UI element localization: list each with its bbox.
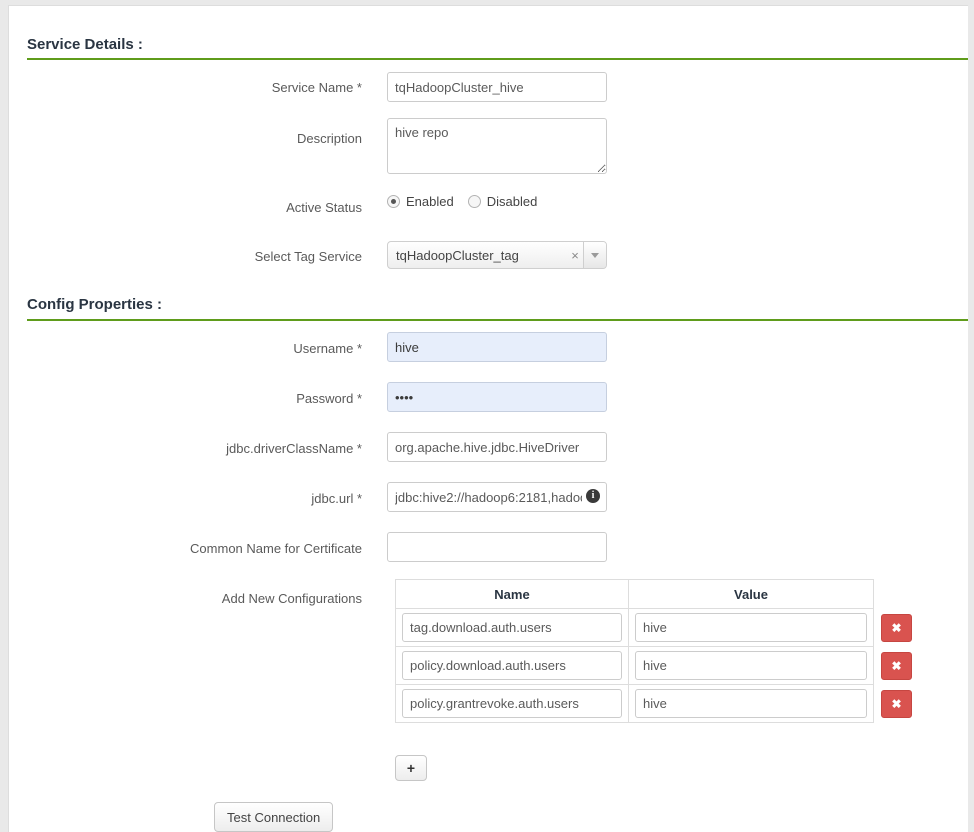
config-actions-cell: ✖ [873,646,919,685]
password-control [387,382,607,412]
config-actions-cell: ✖ [873,608,919,647]
password-input[interactable] [387,382,607,412]
add-new-configurations-label: Add New Configurations [221,591,362,606]
tag-service-label: Select Tag Service [254,249,362,264]
common-name-input[interactable] [387,532,607,562]
table-row: ✖ [395,608,919,647]
tag-service-select[interactable]: tqHadoopCluster_tag × [387,241,607,269]
common-name-label: Common Name for Certificate [190,541,362,556]
configurations-table: Name Value ✖ [395,579,919,723]
jdbc-url-control: i [387,482,607,512]
jdbc-url-label: jdbc.url * [311,491,362,506]
table-row: ✖ [395,684,919,723]
table-row: ✖ [395,646,919,685]
radio-option-disabled[interactable]: Disabled [467,194,538,209]
config-name-cell [395,684,629,723]
service-name-label: Service Name * [271,80,362,95]
radio-option-enabled[interactable]: Enabled [387,194,454,209]
active-status-radio-group: Enabled Disabled [387,194,537,209]
driver-class-name-label: jdbc.driverClassName * [226,441,362,456]
username-label: Username * [293,341,362,356]
add-configuration-button[interactable]: + [395,755,427,781]
service-name-control [387,72,607,102]
config-name-input[interactable] [402,689,622,718]
table-header-row: Name Value [395,579,919,609]
config-name-cell [395,646,629,685]
radio-enabled-icon[interactable] [387,195,400,208]
common-name-control [387,532,607,562]
info-icon[interactable]: i [586,489,600,503]
config-value-cell [628,684,874,723]
radio-disabled-icon[interactable] [467,195,481,208]
username-control [387,332,607,362]
chevron-down-icon[interactable] [583,242,606,268]
service-edit-form: Service Details : Service Name * Descrip… [8,5,968,832]
tag-service-control: tqHadoopCluster_tag × [387,241,607,269]
delete-row-button[interactable]: ✖ [881,613,912,642]
clear-icon[interactable]: × [567,249,583,262]
driver-class-name-input[interactable] [387,432,607,462]
radio-enabled-label: Enabled [406,194,454,209]
service-name-input[interactable] [387,72,607,102]
config-name-input[interactable] [402,651,622,680]
username-input[interactable] [387,332,607,362]
config-value-input[interactable] [635,689,867,718]
jdbc-url-input[interactable] [387,482,607,512]
description-textarea[interactable]: hive repo [387,118,607,174]
active-status-label: Active Status [286,200,362,215]
description-control: hive repo [387,118,607,177]
test-connection-button[interactable]: Test Connection [214,802,334,832]
config-value-cell [628,646,874,685]
config-actions-cell: ✖ [873,684,919,723]
password-label: Password * [296,391,362,406]
description-label: Description [296,131,362,146]
column-header-name: Name [395,579,629,609]
delete-row-button[interactable]: ✖ [881,689,912,718]
driver-class-name-control [387,432,607,462]
delete-row-button[interactable]: ✖ [881,651,912,680]
config-properties-divider [27,319,968,321]
config-properties-title: Config Properties : [27,296,163,313]
config-value-cell [628,608,874,647]
radio-disabled-label: Disabled [486,194,538,209]
config-value-input[interactable] [635,613,867,642]
tag-service-selected-value: tqHadoopCluster_tag [396,247,519,263]
config-name-input[interactable] [402,613,622,642]
column-header-value: Value [628,579,874,609]
config-name-cell [395,608,629,647]
service-details-divider [27,58,968,60]
service-details-title: Service Details : [27,36,143,53]
config-value-input[interactable] [635,651,867,680]
